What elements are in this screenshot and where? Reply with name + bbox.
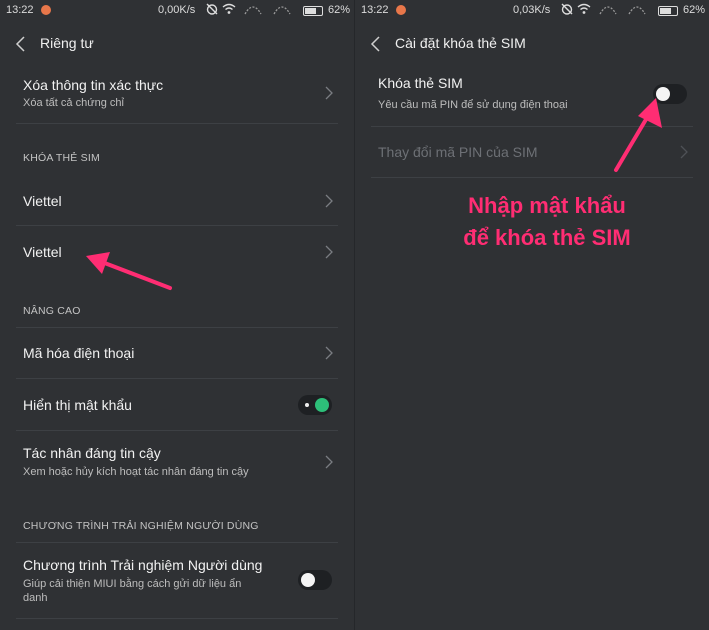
network-speed: 0,03K/s (513, 4, 551, 16)
status-bar: 13:22 0,03K/s 62% (355, 0, 709, 20)
section-header-sim-lock: KHÓA THẺ SIM (23, 152, 100, 164)
battery-icon (303, 6, 323, 16)
sim-item-viettel-2[interactable]: Viettel (0, 232, 354, 276)
user-experience-subtitle-line1: Giúp cải thiện MIUI bằng cách gửi dữ liệ… (23, 578, 242, 590)
chevron-right-icon (325, 194, 333, 208)
annotation-arrow-left (86, 252, 172, 290)
signal-icon-2 (273, 6, 291, 15)
wifi-icon (577, 3, 591, 14)
battery-percent: 62% (683, 4, 706, 16)
chevron-right-icon (325, 86, 333, 100)
divider (16, 225, 338, 226)
divider (371, 177, 693, 178)
sim-item-label: Viettel (23, 244, 62, 260)
status-time: 13:22 (6, 4, 34, 16)
notification-icon (396, 5, 406, 15)
change-sim-pin-label: Thay đổi mã PIN của SIM (378, 144, 538, 160)
sim-item-viettel-1[interactable]: Viettel (0, 180, 354, 224)
page-title: Cài đặt khóa thẻ SIM (395, 35, 526, 51)
status-time: 13:22 (361, 4, 389, 16)
lock-sim-subtitle: Yêu cầu mã PIN để sử dụng điện thoại (378, 99, 568, 111)
chevron-right-icon (325, 455, 333, 469)
alarm-off-icon (206, 3, 218, 15)
lock-sim-title: Khóa thẻ SIM (378, 75, 463, 91)
signal-icon (599, 6, 617, 15)
toggle-dot (305, 403, 309, 407)
divider (16, 618, 338, 619)
toggle-knob (301, 573, 315, 587)
page-title: Riêng tư (40, 35, 94, 51)
notification-icon (41, 5, 51, 15)
user-experience-title: Chương trình Trải nghiệm Người dùng (23, 557, 263, 573)
privacy-settings-screen: 13:22 0,00K/s 62% Riêng tư Xóa thông tin… (0, 0, 354, 630)
trust-agents-subtitle: Xem hoặc hủy kích hoạt tác nhân đáng tin… (23, 466, 249, 478)
chevron-right-icon (325, 346, 333, 360)
annotation-callout: Nhập mật khẩu để khóa thẻ SIM (447, 190, 647, 254)
alarm-off-icon (561, 3, 573, 15)
trust-agents-title: Tác nhân đáng tin cậy (23, 445, 161, 461)
annotation-line-2: để khóa thẻ SIM (463, 225, 631, 250)
annotation-arrow-up (614, 98, 662, 172)
signal-icon (244, 6, 262, 15)
trust-agents-item[interactable]: Tác nhân đáng tin cậy Xem hoặc hủy kích … (0, 438, 354, 488)
clear-credentials-item[interactable]: Xóa thông tin xác thực Xóa tất cả chứng … (0, 72, 354, 122)
divider (16, 430, 338, 431)
sim-lock-settings-screen: 13:22 0,03K/s 62% Cài đặt khóa thẻ SIM K… (355, 0, 709, 630)
network-speed: 0,00K/s (158, 4, 196, 16)
user-experience-subtitle-line2: danh (23, 592, 48, 604)
status-bar: 13:22 0,00K/s 62% (0, 0, 354, 20)
divider (16, 378, 338, 379)
annotation-line-1: Nhập mật khẩu (468, 193, 626, 218)
clear-credentials-subtitle: Xóa tất cả chứng chỉ (23, 97, 124, 109)
encrypt-phone-label: Mã hóa điện thoại (23, 345, 135, 361)
show-passwords-toggle[interactable] (298, 395, 332, 415)
divider (16, 542, 338, 543)
toggle-knob (315, 398, 329, 412)
section-header-user-experience: CHƯƠNG TRÌNH TRẢI NGHIỆM NGƯỜI DÙNG (23, 520, 259, 532)
sim-item-label: Viettel (23, 193, 62, 209)
app-bar: Riêng tư (0, 28, 354, 60)
chevron-right-icon (680, 145, 688, 159)
chevron-right-icon (325, 245, 333, 259)
section-header-advanced: NÂNG CAO (23, 305, 81, 317)
clear-credentials-title: Xóa thông tin xác thực (23, 77, 164, 93)
battery-percent: 62% (328, 4, 351, 16)
app-bar: Cài đặt khóa thẻ SIM (355, 28, 709, 60)
show-passwords-item: Hiển thị mật khẩu (0, 385, 354, 429)
back-arrow-icon[interactable] (369, 34, 383, 54)
battery-icon (658, 6, 678, 16)
back-arrow-icon[interactable] (14, 34, 28, 54)
signal-icon-2 (628, 6, 646, 15)
user-experience-toggle[interactable] (298, 570, 332, 590)
wifi-icon (222, 3, 236, 14)
divider (16, 327, 338, 328)
user-experience-program-item: Chương trình Trải nghiệm Người dùng Giúp… (0, 548, 354, 614)
show-passwords-label: Hiển thị mật khẩu (23, 397, 132, 413)
encrypt-phone-item[interactable]: Mã hóa điện thoại (0, 333, 354, 377)
divider (16, 123, 338, 124)
